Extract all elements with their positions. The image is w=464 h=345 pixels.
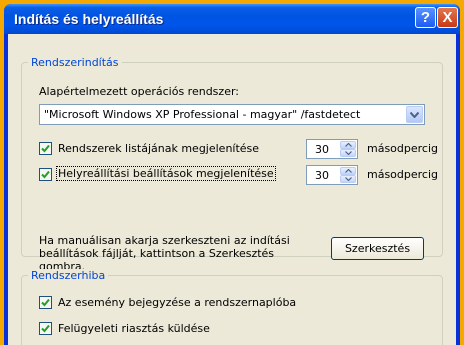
show-recovery-unit: másodpercig <box>367 168 439 181</box>
edit-help-text: Ha manuálisan akarja szerkeszteni az ind… <box>39 234 290 273</box>
close-button[interactable]: X <box>437 7 458 28</box>
default-os-value: "Microsoft Windows XP Professional - mag… <box>44 108 361 121</box>
show-list-checkbox[interactable] <box>39 142 52 155</box>
window-title: Indítás és helyreállítás <box>14 11 164 27</box>
show-recovery-seconds-input[interactable]: 30 <box>306 165 358 185</box>
show-list-unit: másodpercig <box>367 142 439 155</box>
send-alert-label[interactable]: Felügyeleti riasztás küldése <box>58 322 210 335</box>
show-list-seconds-value: 30 <box>315 143 329 156</box>
spin-up-icon[interactable] <box>340 167 356 175</box>
show-recovery-spinner[interactable] <box>340 167 356 183</box>
edit-button[interactable]: Szerkesztés <box>331 237 424 260</box>
help-button[interactable]: ? <box>415 7 436 28</box>
chevron-down-icon[interactable] <box>406 106 423 123</box>
dialog-body: Rendszerindítás Alapértelmezett operáció… <box>8 34 456 345</box>
show-list-spinner[interactable] <box>340 141 356 157</box>
spin-down-icon[interactable] <box>340 175 356 183</box>
send-alert-checkbox[interactable] <box>39 322 52 335</box>
system-failure-group-label: Rendszerhiba <box>28 269 109 282</box>
log-event-checkbox[interactable] <box>39 296 52 309</box>
default-os-select[interactable]: "Microsoft Windows XP Professional - mag… <box>39 104 425 125</box>
show-list-seconds-input[interactable]: 30 <box>306 139 358 159</box>
startup-group-label: Rendszerindítás <box>28 56 122 69</box>
show-list-label[interactable]: Rendszerek listájának megjelenítése <box>58 142 259 155</box>
dialog-window: Indítás és helyreállítás ? X Rendszerind… <box>4 4 460 345</box>
title-bar[interactable]: Indítás és helyreállítás ? X <box>4 4 460 34</box>
spin-down-icon[interactable] <box>340 149 356 157</box>
log-event-label[interactable]: Az esemény bejegyzése a rendszernaplóba <box>58 296 296 309</box>
show-recovery-label[interactable]: Helyreállítási beállítások megjelenítése <box>56 166 276 181</box>
show-recovery-seconds-value: 30 <box>315 169 329 182</box>
default-os-label: Alapértelmezett operációs rendszer: <box>39 85 239 98</box>
spin-up-icon[interactable] <box>340 141 356 149</box>
show-recovery-checkbox[interactable] <box>39 168 52 181</box>
